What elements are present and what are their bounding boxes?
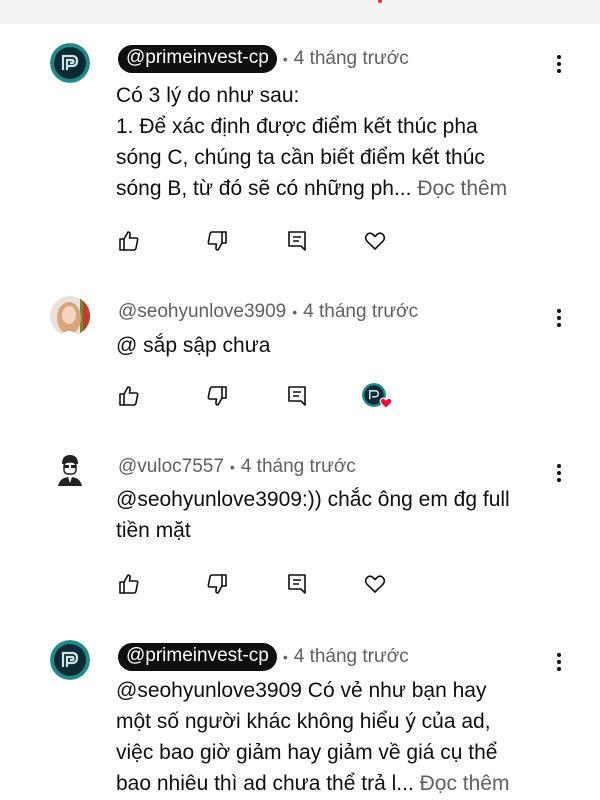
comment-time: 4 tháng trước — [293, 48, 409, 69]
comment-header: @vuloc7557 • 4 tháng trước — [118, 452, 356, 482]
comment-text: @seohyunlove3909 Có vẻ như bạn hay một s… — [116, 675, 586, 799]
separator-dot: • — [229, 459, 235, 475]
comment-header: @seohyunlove3909 • 4 tháng trước — [118, 297, 418, 327]
comment-time: 4 tháng trước — [240, 456, 356, 477]
comment-header: @primeinvest-cp • 4 tháng trước — [118, 642, 409, 672]
top-bar-accent — [378, 0, 382, 3]
avatar[interactable] — [50, 450, 90, 490]
reply-icon[interactable] — [284, 228, 310, 254]
heart-icon[interactable] — [362, 571, 388, 597]
comment-actions — [116, 571, 416, 601]
more-vertical-icon[interactable] — [549, 304, 569, 332]
author-handle[interactable]: @vuloc7557 — [118, 456, 224, 478]
comment-actions — [116, 228, 416, 258]
comment-line: @ sắp sập chưa — [116, 334, 271, 357]
heart-icon[interactable] — [362, 228, 388, 254]
author-handle[interactable]: @primeinvest-cp — [118, 643, 277, 671]
comment-header: @primeinvest-cp • 4 tháng trước — [118, 44, 409, 74]
reply-icon[interactable] — [284, 571, 310, 597]
avatar[interactable] — [50, 296, 90, 336]
comment-time: 4 tháng trước — [303, 301, 419, 322]
comment-line: bao nhiêu thì ad chưa thể trả l... — [116, 772, 414, 795]
comment-text: @seohyunlove3909:)) chắc ông em đg full … — [116, 484, 586, 546]
more-vertical-icon[interactable] — [549, 648, 569, 676]
comment-actions — [116, 383, 416, 413]
comment-line: một số người khác không hiểu ý của ad, — [116, 710, 491, 733]
author-handle[interactable]: @seohyunlove3909 — [118, 301, 286, 323]
thumbs-up-icon[interactable] — [116, 571, 142, 597]
comment-line: sóng C, chúng ta cần biết điểm kết thúc — [116, 146, 485, 169]
reply-icon[interactable] — [284, 383, 310, 409]
thumbs-down-icon[interactable] — [204, 571, 230, 597]
thumbs-up-icon[interactable] — [116, 228, 142, 254]
thumbs-up-icon[interactable] — [116, 383, 142, 409]
author-handle[interactable]: @primeinvest-cp — [118, 45, 277, 73]
comment-line: 1. Để xác định được điểm kết thúc pha — [116, 115, 478, 138]
heart-icon — [379, 396, 393, 410]
comment-line: @seohyunlove3909:)) chắc ông em đg full — [116, 488, 510, 511]
comment-line: Có 3 lý do như sau: — [116, 84, 300, 107]
comment-time: 4 tháng trước — [293, 646, 409, 667]
avatar[interactable] — [50, 640, 90, 680]
separator-dot: • — [282, 51, 288, 67]
comment-line: @seohyunlove3909 Có vẻ như bạn hay — [116, 679, 487, 702]
comment-line: việc bao giờ giảm hay giảm về giá cụ thể — [116, 741, 498, 764]
separator-dot: • — [292, 304, 298, 320]
read-more-link[interactable]: Đọc thêm — [417, 177, 507, 200]
comment-text: Có 3 lý do như sau: 1. Để xác định được … — [116, 80, 586, 204]
top-bar — [0, 0, 600, 24]
more-vertical-icon[interactable] — [549, 50, 569, 78]
comment-line: tiền mặt — [116, 519, 191, 542]
separator-dot: • — [282, 649, 288, 665]
avatar[interactable] — [50, 43, 90, 83]
more-vertical-icon[interactable] — [549, 459, 569, 487]
thumbs-down-icon[interactable] — [204, 383, 230, 409]
read-more-link[interactable]: Đọc thêm — [420, 772, 510, 795]
comment-line: sóng B, từ đó sẽ có những ph... — [116, 177, 412, 200]
comment-text: @ sắp sập chưa — [116, 330, 586, 361]
thumbs-down-icon[interactable] — [204, 228, 230, 254]
